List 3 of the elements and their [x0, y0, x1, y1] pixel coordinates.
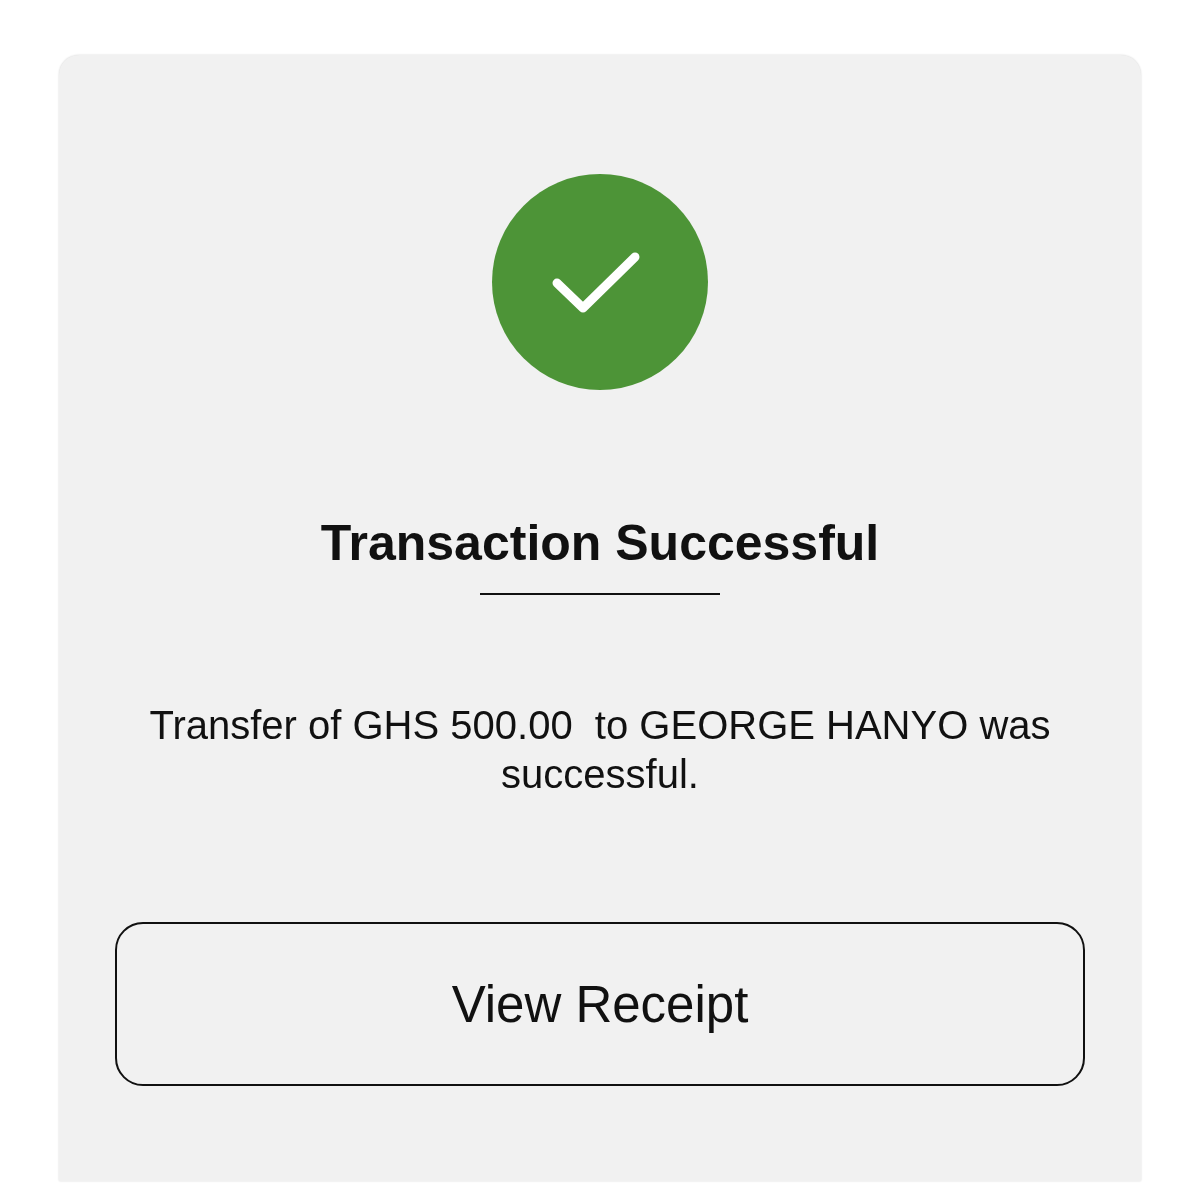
- transfer-message: Transfer of GHS 500.00 to GEORGE HANYO was successful.: [148, 702, 1052, 798]
- view-receipt-button[interactable]: View Receipt: [115, 922, 1085, 1086]
- transaction-title: Transaction Successful: [320, 515, 880, 571]
